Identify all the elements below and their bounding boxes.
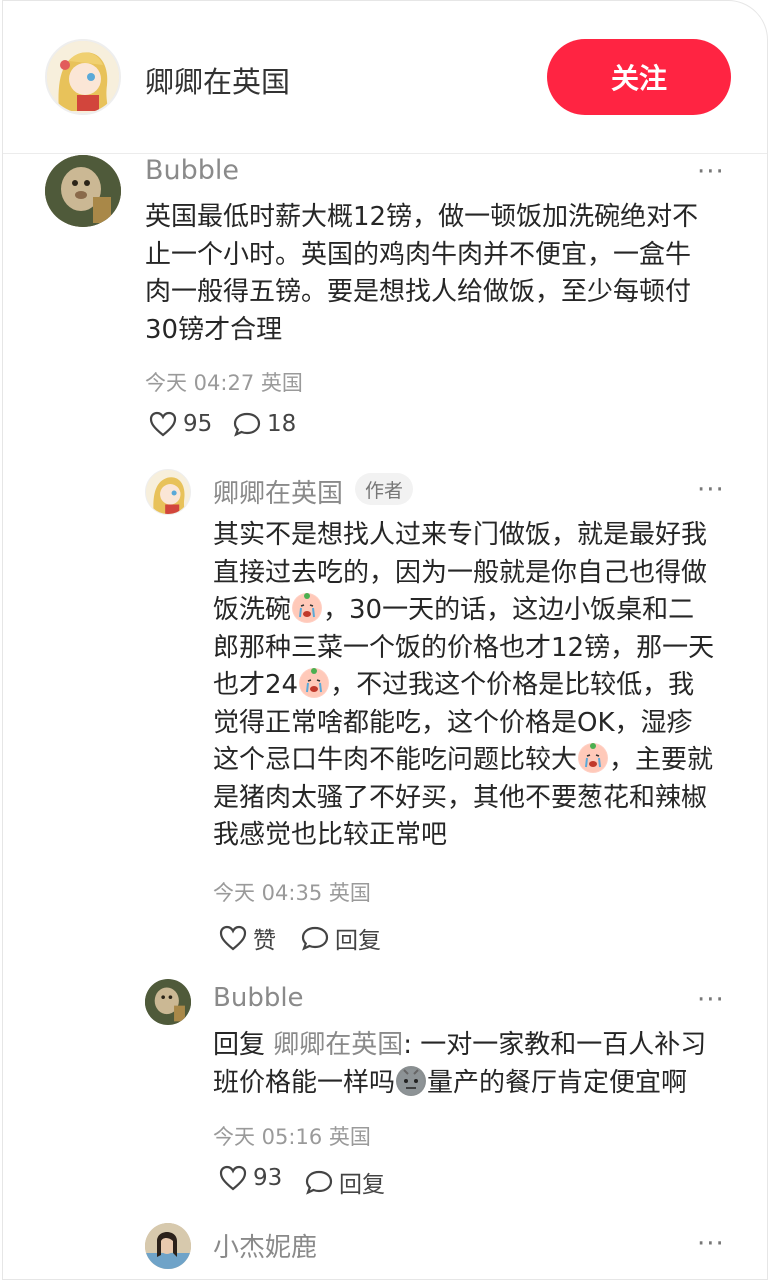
follow-button[interactable]: 关注 (547, 39, 731, 115)
text-segment: 这个忌口牛肉不能吃问题比较大 (213, 745, 578, 775)
comment-line: 止一个小时。英国的鸡肉牛肉并不便宜，一盒牛 (145, 239, 692, 270)
reply-line: 直接过去吃的，因为一般就是你自己也得做 (213, 557, 708, 588)
crying-face-emoji (292, 593, 323, 623)
reply-count-button[interactable]: 18 (233, 411, 296, 437)
heart-icon (149, 411, 177, 437)
reply-label: 回复 (339, 1172, 385, 1198)
like-button[interactable]: 93 (219, 1165, 282, 1191)
more-options-button[interactable]: ··· (697, 157, 725, 187)
like-label: 赞 (253, 928, 276, 954)
comment-line: 30镑才合理 (145, 314, 283, 345)
reply-button[interactable]: 回复 (305, 1165, 385, 1199)
crying-face-emoji (578, 743, 609, 773)
heart-icon (219, 925, 247, 951)
grim-face-emoji (396, 1065, 427, 1096)
commenter-avatar-small[interactable] (145, 979, 191, 1025)
text-segment: : 一对一家教和一百人补习 (403, 1030, 707, 1060)
text-segment: ，30一天的话，这边小饭桌和二 (323, 595, 695, 625)
more-options-button[interactable]: ··· (697, 1229, 725, 1259)
commenter-avatar-small[interactable] (145, 1223, 191, 1269)
like-button[interactable]: 95 (149, 411, 212, 437)
text-segment: 班价格能一样吗 (213, 1067, 396, 1098)
reply-line: 饭洗碗 ，30一天的话，这边小饭桌和二 (213, 592, 714, 630)
text-segment: ，主要就 (609, 745, 714, 775)
text-segment: 也才24 (213, 670, 299, 700)
text-segment: 饭洗碗 (213, 595, 292, 625)
author-avatar[interactable] (45, 39, 121, 115)
author-badge: 作者 (355, 473, 414, 505)
comment-bubble-icon (233, 412, 261, 437)
like-count: 93 (253, 1165, 283, 1191)
reply-text: 其实不是想找人过来专门做饭，就是最好我 直接过去吃的，因为一般就是你自己也得做 … (213, 517, 714, 855)
reply-line: 觉得正常啥都能吃，这个价格是OK，湿疹 (213, 707, 693, 738)
reply-time-location: 今天 04:35 英国 (213, 881, 371, 905)
crying-face-emoji (299, 668, 330, 698)
reply-button[interactable]: 回复 (301, 921, 381, 955)
reply-label: 回复 (335, 928, 381, 954)
reply-line: 这个忌口牛肉不能吃问题比较大 ，主要就 (213, 742, 714, 780)
reply-prefix: 回复 (213, 1030, 274, 1060)
comment-text: 英国最低时薪大概12镑，做一顿饭加洗碗绝对不 止一个小时。英国的鸡肉牛肉并不便宜… (145, 199, 698, 349)
reply-line: 是猪肉太骚了不好买，其他不要葱花和辣椒 (213, 782, 708, 813)
like-button[interactable]: 赞 (219, 921, 276, 955)
heart-icon (219, 1165, 247, 1191)
text-segment: 量产的餐厅肯定便宜啊 (427, 1067, 688, 1098)
reply-line: 我感觉也比较正常吧 (213, 820, 448, 850)
more-options-button[interactable]: ··· (697, 985, 725, 1015)
comment-bubble-icon (301, 926, 329, 951)
reply-line: 郎那种三菜一个饭的价格也才12镑，那一天 (213, 632, 715, 663)
author-name[interactable]: 卿卿在英国 (145, 59, 290, 101)
reply-author-name[interactable]: 卿卿在英国 (213, 473, 343, 510)
reply-time-location: 今天 05:16 英国 (213, 1125, 371, 1149)
reply-text: 回复 卿卿在英国: 一对一家教和一百人补习 班价格能一样吗 量产的餐厅肯定便宜啊 (213, 1027, 706, 1102)
commenter-name[interactable]: Bubble (145, 155, 239, 186)
reply-count: 18 (267, 411, 297, 437)
text-segment: ，不过我这个价格是比较低，我 (330, 670, 695, 700)
reply-line: 回复 卿卿在英国: 一对一家教和一百人补习 (213, 1027, 706, 1065)
comment-line: 英国最低时薪大概12镑，做一顿饭加洗碗绝对不 (145, 202, 699, 232)
reply-line: 也才24 ，不过我这个价格是比较低，我 (213, 667, 714, 705)
header: 卿卿在英国 关注 (3, 1, 767, 154)
comment-line: 肉一般得五镑。要是想找人给做饭，至少每顿付 (145, 277, 692, 307)
reply-author-name[interactable]: 小杰妮鹿 (213, 1227, 317, 1264)
reply-author-name[interactable]: Bubble (213, 983, 304, 1013)
author-avatar-small[interactable] (145, 469, 191, 515)
reply-line: 班价格能一样吗 量产的餐厅肯定便宜啊 (213, 1065, 706, 1103)
comment-time-location: 今天 04:27 英国 (145, 371, 303, 395)
comment-bubble-icon (305, 1170, 333, 1195)
comment-panel: 卿卿在英国 关注 Bubble ··· 英国最低时薪大概12镑，做一顿饭加洗碗绝… (2, 0, 768, 1280)
commenter-avatar[interactable] (45, 155, 121, 227)
more-options-button[interactable]: ··· (697, 475, 725, 505)
like-count: 95 (183, 411, 213, 437)
reply-line: 其实不是想找人过来专门做饭，就是最好我 (213, 520, 708, 550)
mention-link[interactable]: 卿卿在英国 (273, 1030, 403, 1060)
